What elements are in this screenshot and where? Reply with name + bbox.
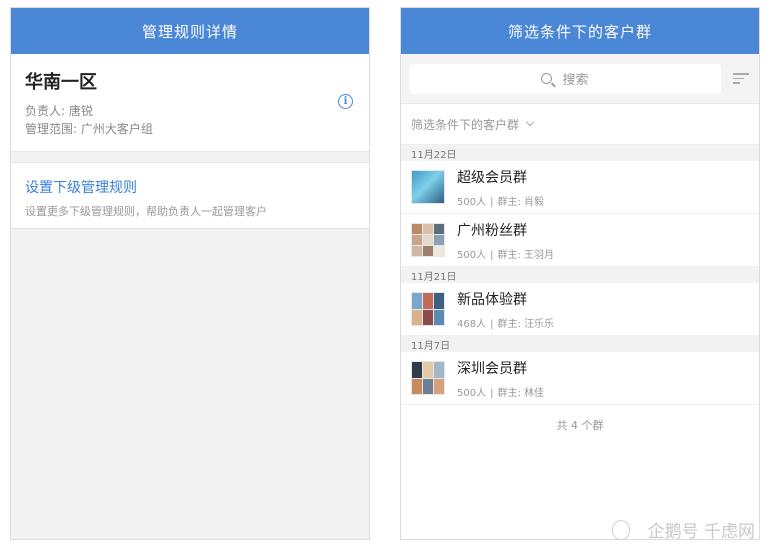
sub-rule-title[interactable]: 设置下级管理规则 (25, 177, 355, 197)
list-item[interactable]: 新品体验群 468人 | 群主: 汪乐乐 (401, 283, 759, 336)
member-count: 500人 (457, 196, 487, 208)
list-item[interactable]: 广州粉丝群 500人 | 群主: 王羽月 (401, 214, 759, 267)
group-avatar (411, 361, 445, 395)
search-icon (541, 73, 553, 84)
penguin-logo-icon (611, 519, 630, 540)
rule-detail-title: 管理规则详情 (11, 8, 369, 54)
group-name: 新品体验群 (457, 291, 527, 308)
member-count: 468人 (457, 318, 487, 330)
sub-rule-link[interactable]: 设置下级管理规则 设置更多下级管理规则，帮助负责人一起管理客户 (11, 163, 369, 228)
date-header: 11月21日 (401, 267, 759, 283)
area-name: 华南一区 (25, 72, 97, 93)
filter-label: 筛选条件下的客户群 (411, 117, 520, 132)
group-name: 深圳会员群 (457, 360, 527, 377)
chevron-down-icon (525, 117, 535, 127)
scope-line: 管理范围: 广州大客户组 (25, 122, 153, 136)
watermark-text: 企鹅号 千虑网 (647, 522, 755, 542)
member-count: 500人 (457, 249, 487, 261)
sort-icon[interactable] (733, 73, 751, 84)
group-list-panel: 筛选条件下的客户群 搜索 筛选条件下的客户群 11月22日 超级会员群 500人… (400, 7, 760, 540)
group-list-title: 筛选条件下的客户群 (401, 8, 759, 54)
search-input[interactable]: 搜索 (409, 63, 721, 94)
group-owner: 群主: 王羽月 (497, 249, 555, 261)
date-header: 11月22日 (401, 145, 759, 161)
empty-area (11, 228, 369, 229)
group-owner: 群主: 林佳 (497, 387, 545, 399)
filter-dropdown[interactable]: 筛选条件下的客户群 (401, 104, 759, 145)
group-avatar (411, 223, 445, 257)
date-header: 11月7日 (401, 336, 759, 352)
owner-line: 负责人: 唐锐 (25, 104, 93, 118)
area-info-card: 华南一区 负责人: 唐锐 管理范围: 广州大客户组 i (11, 54, 369, 151)
search-placeholder: 搜索 (562, 73, 589, 88)
total-count: 共 4 个群 (556, 419, 604, 432)
watermark: 企鹅号 千虑网 (611, 517, 755, 542)
group-name: 广州粉丝群 (457, 222, 527, 239)
list-item[interactable]: 深圳会员群 500人 | 群主: 林佳 (401, 352, 759, 405)
group-owner: 群主: 肖毅 (497, 196, 545, 208)
group-owner: 群主: 汪乐乐 (497, 318, 555, 330)
group-name: 超级会员群 (457, 169, 527, 186)
section-divider (11, 151, 369, 163)
group-avatar (411, 292, 445, 326)
group-avatar (411, 170, 445, 204)
rule-detail-panel: 管理规则详情 华南一区 负责人: 唐锐 管理范围: 广州大客户组 i 设置下级管… (10, 7, 370, 540)
list-item[interactable]: 超级会员群 500人 | 群主: 肖毅 (401, 161, 759, 214)
info-icon[interactable]: i (338, 94, 353, 109)
sub-rule-desc: 设置更多下级管理规则，帮助负责人一起管理客户 (25, 205, 267, 218)
member-count: 500人 (457, 387, 487, 399)
search-row: 搜索 (401, 54, 759, 104)
